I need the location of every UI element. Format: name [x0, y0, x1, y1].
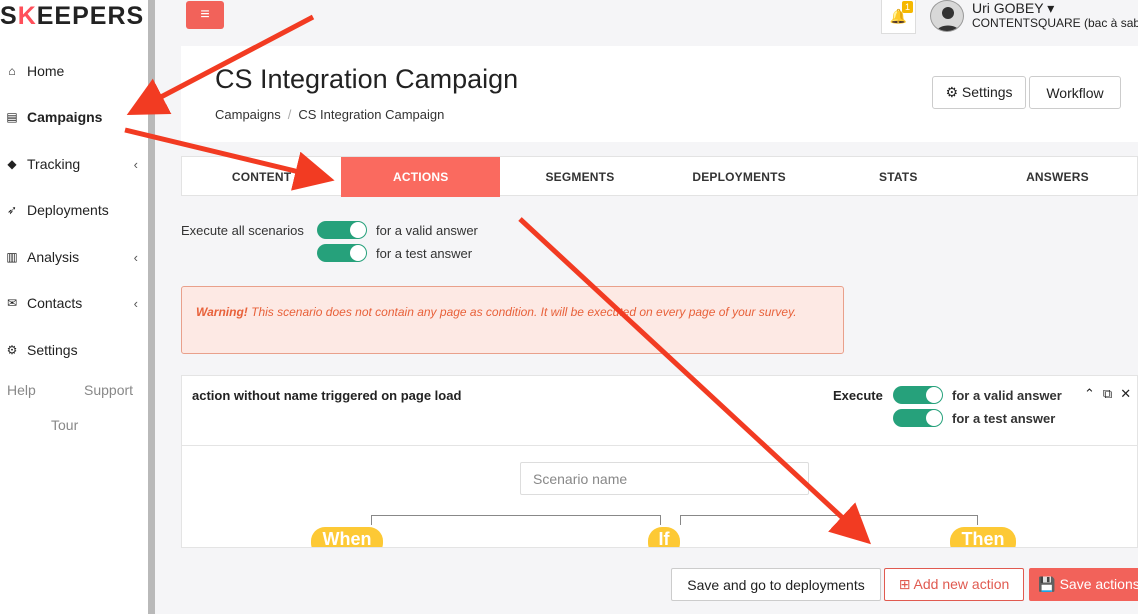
sidebar-item-label: Contacts — [27, 295, 83, 311]
warning-strong: Warning! — [196, 305, 248, 319]
chevron-left-icon: ‹ — [133, 249, 138, 265]
sidebar-item-tracking[interactable]: ◆ Tracking ‹ — [0, 149, 148, 179]
when-tag[interactable]: When — [311, 527, 383, 547]
copy-icon[interactable]: ⧉ — [1103, 386, 1112, 402]
execute-valid-label: for a valid answer — [376, 223, 478, 238]
tab-deployments[interactable]: DEPLOYMENTS — [660, 157, 819, 197]
home-icon: ⌂ — [8, 64, 16, 78]
tag-icon: ◆ — [7, 157, 17, 171]
flow-connector — [977, 515, 978, 525]
sidebar-item-contacts[interactable]: ✉ Contacts ‹ — [0, 288, 148, 318]
tab-answers[interactable]: ANSWERS — [978, 157, 1137, 197]
flow-connector — [660, 515, 661, 525]
flow-connector — [680, 515, 978, 516]
rocket-icon: ➶ — [6, 203, 18, 217]
scenario-valid-toggle[interactable] — [893, 386, 943, 404]
sidebar-item-label: Settings — [27, 342, 78, 358]
user-organization: CONTENTSQUARE (bac à sable) — [972, 16, 1138, 30]
chevron-up-icon[interactable]: ⌃ — [1084, 386, 1095, 402]
sidebar-item-label: Campaigns — [27, 109, 103, 125]
save-and-go-to-deployments-button[interactable]: Save and go to deployments — [671, 568, 881, 601]
execute-valid-toggle[interactable] — [317, 221, 367, 239]
user-silhouette-icon — [936, 7, 960, 31]
notification-badge: 1 — [901, 1, 913, 13]
skeepers-logo[interactable]: SKEEPERS — [0, 0, 144, 34]
if-tag[interactable]: If — [648, 527, 680, 547]
workflow-button[interactable]: Workflow — [1029, 76, 1121, 109]
scenario-title: action without name triggered on page lo… — [192, 388, 462, 403]
tab-content[interactable]: CONTENT — [182, 157, 341, 197]
sidebar-item-home[interactable]: ⌂ Home — [0, 56, 148, 86]
settings-button[interactable]: ⚙ Settings — [932, 76, 1026, 109]
add-new-action-button[interactable]: ⊞ Add new action — [884, 568, 1024, 601]
sidebar-item-label: Home — [27, 63, 65, 79]
chevron-left-icon: ‹ — [133, 295, 138, 311]
notifications-button[interactable]: 🔔 1 — [881, 0, 916, 34]
menu-toggle-button[interactable]: ≡ — [186, 1, 224, 29]
tab-actions[interactable]: ACTIONS — [341, 157, 501, 197]
avatar[interactable] — [930, 0, 964, 32]
then-tag[interactable]: Then — [950, 527, 1016, 547]
save-actions-button[interactable]: 💾 Save actions — [1029, 568, 1138, 601]
sidebar-scrollbar[interactable] — [148, 0, 155, 614]
breadcrumb: Campaigns / CS Integration Campaign — [215, 107, 444, 122]
breadcrumb-separator: / — [287, 107, 292, 122]
chevron-left-icon: ‹ — [133, 156, 138, 172]
close-icon[interactable]: ✕ — [1120, 386, 1131, 402]
sidebar-item-analysis[interactable]: ▥ Analysis ‹ — [0, 242, 148, 272]
hamburger-icon: ≡ — [200, 6, 210, 23]
scenario-card-tools: ⌃ ⧉ ✕ — [1084, 386, 1131, 402]
envelope-icon: ✉ — [6, 296, 18, 310]
execute-test-toggle[interactable] — [317, 244, 367, 262]
sidebar-item-label: Tracking — [27, 156, 81, 172]
breadcrumb-current: CS Integration Campaign — [298, 107, 445, 122]
document-icon: ▤ — [6, 110, 18, 124]
scenario-execute-label: Execute — [833, 388, 883, 403]
sidebar-item-label: Analysis — [27, 249, 80, 265]
toggle-knob — [926, 410, 942, 426]
tour-link[interactable]: Tour — [51, 417, 78, 433]
scenario-name-input[interactable] — [520, 462, 809, 495]
tab-stats[interactable]: STATS — [819, 157, 978, 197]
divider — [182, 445, 1137, 446]
bar-chart-icon: ▥ — [6, 250, 18, 264]
warning-alert: Warning! This scenario does not contain … — [181, 286, 844, 354]
scenario-card: action without name triggered on page lo… — [181, 375, 1138, 548]
scenario-valid-label: for a valid answer — [952, 388, 1062, 403]
tab-segments[interactable]: SEGMENTS — [500, 157, 659, 197]
help-link[interactable]: Help — [7, 382, 36, 398]
flow-connector — [371, 515, 661, 516]
sidebar-item-campaigns[interactable]: ▤ Campaigns — [0, 102, 148, 132]
page-header: CS Integration Campaign Campaigns / CS Int… — [181, 46, 1138, 142]
toggle-knob — [350, 245, 366, 261]
scenario-test-toggle[interactable] — [893, 409, 943, 427]
page-title: CS Integration Campaign — [215, 64, 519, 94]
warning-text: This scenario does not contain any page … — [247, 305, 797, 319]
sidebar-item-label: Deployments — [27, 202, 109, 218]
flow-connector — [371, 515, 372, 525]
scenario-test-label: for a test answer — [952, 411, 1056, 426]
execute-test-label: for a test answer — [376, 246, 473, 261]
execute-all-label: Execute all scenarios — [181, 223, 304, 238]
campaign-tabs: CONTENT ACTIONS SEGMENTS DEPLOYMENTS STA… — [181, 156, 1138, 197]
user-menu[interactable]: Uri GOBEY ▾ — [972, 0, 1054, 16]
gear-icon: ⚙ — [6, 343, 18, 357]
toggle-knob — [350, 222, 366, 238]
sidebar-item-deployments[interactable]: ➶ Deployments — [0, 195, 148, 225]
flow-connector — [680, 515, 681, 525]
sidebar: SKEEPERS ⌂ Home ▤ Campaigns ◆ Tracking ‹… — [0, 0, 148, 614]
sidebar-item-settings[interactable]: ⚙ Settings — [0, 335, 148, 365]
toggle-knob — [926, 387, 942, 403]
support-link[interactable]: Support — [84, 382, 133, 398]
breadcrumb-campaigns[interactable]: Campaigns — [215, 107, 281, 122]
